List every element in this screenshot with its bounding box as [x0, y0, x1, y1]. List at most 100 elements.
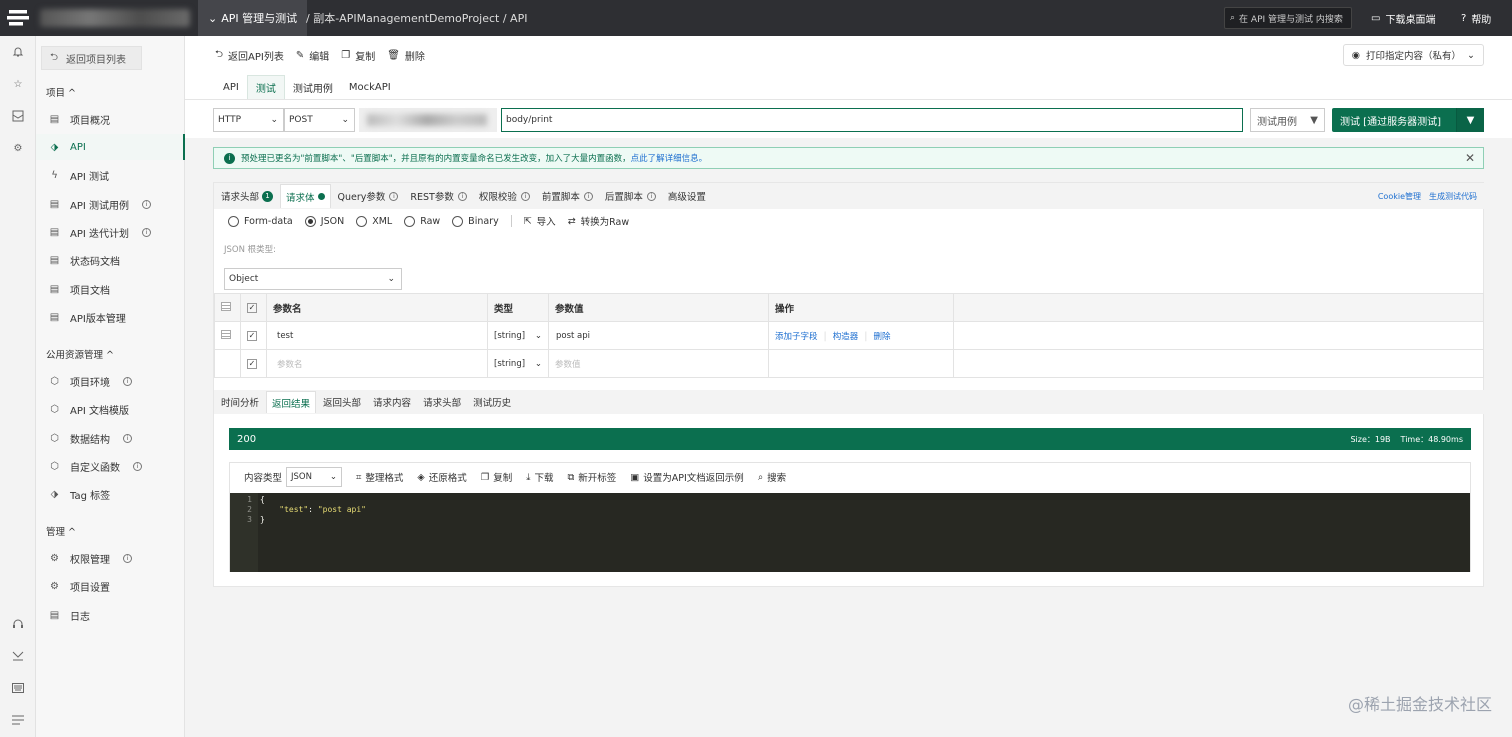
- delete-label: 删除: [404, 51, 425, 63]
- tab-test-history[interactable]: 测试历史: [468, 391, 516, 413]
- info-icon: i: [457, 191, 467, 201]
- keyboard-icon[interactable]: [10, 680, 26, 696]
- param-value-cell[interactable]: 参数值: [548, 349, 769, 378]
- tab-rest[interactable]: REST参数 i: [405, 184, 471, 208]
- bell-icon[interactable]: [10, 44, 26, 60]
- type-cell[interactable]: [string] ⌄: [487, 349, 549, 378]
- download-desktop-button[interactable]: ▭ 下载桌面端: [1371, 0, 1435, 36]
- sidebar-item-api-versions[interactable]: ▤ API版本管理: [36, 304, 185, 330]
- format-button[interactable]: ⌗ 整理格式: [356, 470, 403, 485]
- response-editor[interactable]: 1 2 3 { "test": "post api"}: [230, 493, 1470, 572]
- param-value-cell[interactable]: post api: [548, 321, 769, 350]
- tab-advanced[interactable]: 高级设置: [663, 184, 711, 208]
- cookie-manage-link[interactable]: Cookie管理: [1378, 191, 1421, 202]
- convert-raw-button[interactable]: ⇄ 转换为Raw: [568, 214, 629, 229]
- param-name-cell[interactable]: 参数名: [266, 349, 488, 378]
- radio-binary[interactable]: Binary: [452, 215, 499, 227]
- info-icon: i: [142, 227, 151, 237]
- sidebar-item-project-settings[interactable]: ⚙ 项目设置: [36, 573, 185, 599]
- sidebar-item-project-docs[interactable]: ▤ 项目文档: [36, 276, 185, 302]
- set-example-button[interactable]: ▣ 设置为API文档返回示例: [630, 470, 744, 485]
- sidebar-item-doc-templates[interactable]: ⬡ API 文档模版: [36, 396, 185, 422]
- print-button[interactable]: ◉ 打印指定内容（私有） ⌄: [1342, 44, 1484, 66]
- param-name-cell[interactable]: test: [266, 321, 488, 350]
- tab-query[interactable]: Query参数 i: [333, 184, 404, 208]
- settings-icon[interactable]: ⚙: [10, 140, 26, 156]
- tab-body[interactable]: 请求体: [280, 184, 331, 208]
- sidebar-item-status-codes[interactable]: ▤ 状态码文档: [36, 247, 185, 273]
- generate-code-link[interactable]: 生成测试代码: [1429, 191, 1477, 202]
- tab-response-headers[interactable]: 返回头部: [318, 391, 366, 413]
- notice-link[interactable]: 点此了解详细信息。: [631, 154, 708, 164]
- app-logo-icon[interactable]: [0, 0, 36, 36]
- download-response-button[interactable]: ⤓ 下载: [526, 470, 553, 485]
- tab-test[interactable]: 测试: [246, 75, 285, 99]
- back-api-list-button[interactable]: ⮌ 返回API列表: [215, 47, 284, 64]
- close-icon[interactable]: ✕: [1465, 151, 1475, 165]
- tab-api[interactable]: API: [215, 75, 247, 99]
- row-checkbox[interactable]: ✓: [240, 321, 267, 350]
- tab-time-analysis[interactable]: 时间分析: [216, 391, 264, 413]
- edit-button[interactable]: ✎ 编辑: [296, 48, 329, 63]
- radio-form-data[interactable]: Form-data: [228, 215, 293, 227]
- delete-button[interactable]: 🗑 删除: [387, 48, 425, 63]
- caret-down-icon[interactable]: ▼: [1456, 108, 1484, 132]
- copy-button[interactable]: ❐ 复制: [341, 48, 375, 63]
- help-button[interactable]: ? 帮助: [1461, 0, 1491, 36]
- sidebar-item-api-test[interactable]: ϟ API 测试: [36, 162, 185, 188]
- sidebar-item-logs[interactable]: ▤ 日志: [36, 602, 185, 628]
- copy-response-button[interactable]: ❐ 复制: [481, 470, 513, 485]
- star-icon[interactable]: ☆: [10, 76, 26, 92]
- sidebar-item-data-structures[interactable]: ⬡ 数据结构 i: [36, 425, 185, 451]
- content-type-select[interactable]: JSON ⌄: [286, 467, 343, 487]
- tab-post-script[interactable]: 后置脚本 i: [600, 184, 661, 208]
- download-icon[interactable]: [10, 648, 26, 664]
- sidebar-item-overview[interactable]: ▤ 项目概况: [36, 106, 185, 132]
- tab-headers[interactable]: 请求头部 1: [216, 184, 278, 208]
- back-to-projects-button[interactable]: ⮌ 返回项目列表: [41, 46, 142, 70]
- delete-row-link[interactable]: 删除: [873, 332, 890, 342]
- section-project[interactable]: 项目 ^: [46, 85, 76, 99]
- sidebar-item-permissions[interactable]: ⚙ 权限管理 i: [36, 545, 185, 571]
- tab-request-headers[interactable]: 请求头部: [418, 391, 466, 413]
- checkbox-header[interactable]: ✓: [240, 293, 267, 322]
- sidebar-item-api[interactable]: ⬗ API: [36, 134, 185, 160]
- tab-pre-script[interactable]: 前置脚本 i: [537, 184, 598, 208]
- sidebar-item-custom-functions[interactable]: ⬡ 自定义函数 i: [36, 453, 185, 479]
- tab-mockapi[interactable]: MockAPI: [341, 75, 399, 99]
- inbox-icon[interactable]: [10, 108, 26, 124]
- menu-icon[interactable]: [10, 712, 26, 728]
- base-url-blurred[interactable]: [359, 108, 497, 132]
- import-button[interactable]: ⇱ 导入: [524, 214, 556, 229]
- method-select[interactable]: POST ⌄: [284, 108, 355, 132]
- sidebar-item-environments[interactable]: ⬡ 项目环境 i: [36, 368, 185, 394]
- add-child-link[interactable]: 添加子字段: [775, 332, 818, 342]
- restore-button[interactable]: ◈ 还原格式: [417, 470, 466, 485]
- new-tab-button[interactable]: ⧉ 新开标签: [567, 470, 616, 485]
- search-response-button[interactable]: ⌕ 搜索: [758, 470, 786, 485]
- section-manage[interactable]: 管理 ^: [46, 524, 76, 538]
- sidebar-item-tags[interactable]: ⬗ Tag 标签: [36, 481, 185, 507]
- section-public-resources[interactable]: 公用资源管理 ^: [46, 347, 114, 361]
- project-menu[interactable]: ⌄ API 管理与测试: [198, 0, 308, 36]
- global-search-input[interactable]: ⌕ 在 API 管理与测试 内搜索: [1224, 7, 1352, 29]
- radio-raw[interactable]: Raw: [404, 215, 440, 227]
- sidebar-item-api-iteration[interactable]: ▤ API 迭代计划 i: [36, 219, 185, 245]
- row-checkbox[interactable]: ✓: [240, 349, 267, 378]
- tab-response-body[interactable]: 返回结果: [266, 391, 317, 413]
- url-input[interactable]: body/print: [501, 108, 1243, 132]
- type-cell[interactable]: [string] ⌄: [487, 321, 549, 350]
- radio-json[interactable]: JSON: [304, 215, 344, 227]
- headset-icon[interactable]: [10, 616, 26, 632]
- json-root-select[interactable]: Object ⌄: [224, 268, 402, 290]
- radio-xml[interactable]: XML: [356, 215, 392, 227]
- send-test-button[interactable]: 测试 [通过服务器测试] ▼: [1332, 108, 1484, 132]
- sidebar-item-api-testcase[interactable]: ▤ API 测试用例 i: [36, 191, 185, 217]
- tab-auth[interactable]: 权限校验 i: [474, 184, 535, 208]
- builder-link[interactable]: 构造器: [833, 332, 859, 342]
- testcase-select[interactable]: 测试用例 ▼: [1250, 108, 1325, 132]
- row-handle[interactable]: [214, 321, 241, 350]
- tab-testcase[interactable]: 测试用例: [285, 75, 341, 99]
- protocol-select[interactable]: HTTP ⌄: [213, 108, 284, 132]
- tab-request-content[interactable]: 请求内容: [368, 391, 416, 413]
